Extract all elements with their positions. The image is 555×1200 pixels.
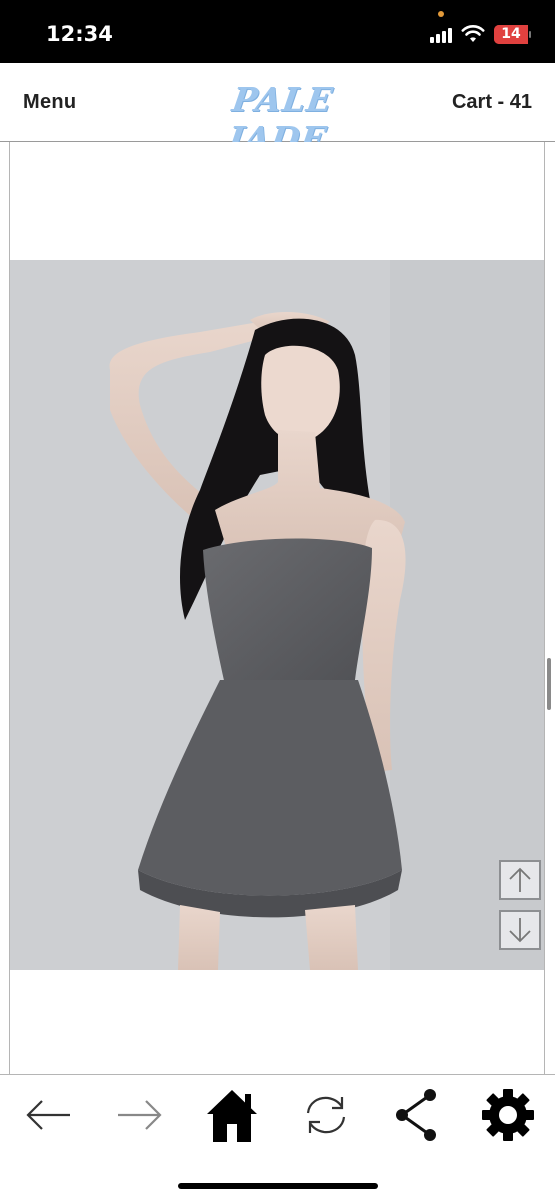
cart-button[interactable]: Cart - 41 (452, 91, 532, 114)
scroll-down-button[interactable] (499, 910, 541, 950)
camera-indicator-dot (438, 11, 444, 17)
home-indicator-bar[interactable] (178, 1183, 378, 1189)
arrow-down-icon (509, 918, 531, 943)
scroll-up-button[interactable] (499, 860, 541, 900)
battery-level: 14 (501, 26, 521, 42)
share-button[interactable] (384, 1083, 448, 1147)
signal-icon (430, 27, 454, 43)
product-photo (10, 260, 544, 970)
product-content (9, 142, 545, 1074)
status-bar: 12:34 14 (0, 0, 555, 63)
browser-toolbar (0, 1074, 555, 1200)
arrow-right-icon (118, 1100, 162, 1130)
settings-button[interactable] (476, 1083, 540, 1147)
page-scrollbar[interactable] (547, 658, 551, 710)
site-header: Menu PALE JADE Cart - 41 (0, 63, 555, 158)
home-icon (207, 1090, 257, 1142)
menu-button[interactable]: Menu (23, 91, 76, 114)
status-time: 12:34 (46, 22, 113, 46)
forward-button[interactable] (108, 1083, 172, 1147)
back-button[interactable] (16, 1083, 80, 1147)
battery-icon: 14 (494, 25, 531, 44)
home-button[interactable] (200, 1083, 264, 1147)
arrow-up-icon (509, 867, 531, 892)
refresh-icon (306, 1096, 346, 1134)
arrow-left-icon (26, 1100, 70, 1130)
gear-icon (482, 1089, 534, 1141)
share-icon (396, 1089, 436, 1141)
reload-button[interactable] (294, 1083, 358, 1147)
wifi-icon (461, 25, 485, 42)
product-image[interactable] (10, 260, 544, 970)
